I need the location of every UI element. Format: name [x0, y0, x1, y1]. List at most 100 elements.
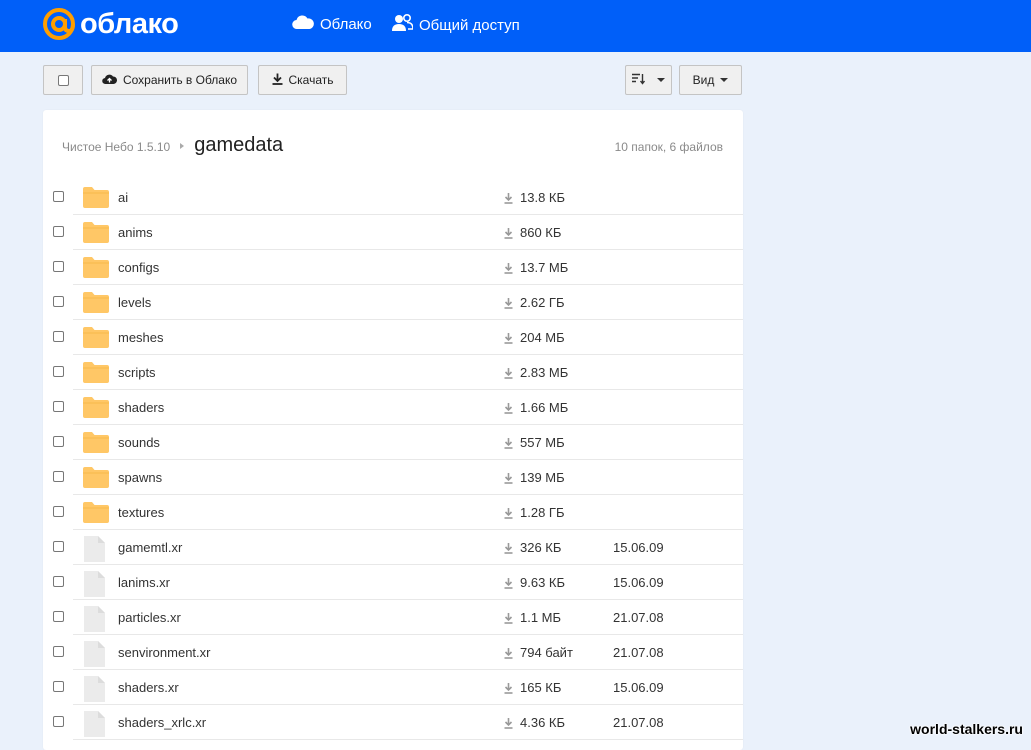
- file-size: 860 КБ: [520, 225, 562, 240]
- file-list-row[interactable]: meshes 204 МБ: [43, 320, 743, 355]
- file-list-row[interactable]: scripts 2.83 МБ: [43, 355, 743, 390]
- file-size: 1.66 МБ: [520, 400, 569, 415]
- download-icon[interactable]: [504, 506, 513, 524]
- file-name[interactable]: gamemtl.xr: [118, 540, 182, 555]
- save-to-cloud-label: Сохранить в Облако: [122, 73, 238, 87]
- row-checkbox[interactable]: [53, 261, 64, 272]
- nav-share-label: Общий доступ: [419, 16, 520, 34]
- download-icon[interactable]: [504, 611, 513, 629]
- file-icon: [83, 536, 105, 567]
- view-label: Вид: [692, 73, 715, 87]
- sort-icon: [632, 73, 651, 88]
- download-button[interactable]: Скачать: [258, 65, 347, 95]
- folder-icon: [83, 326, 109, 353]
- sort-button[interactable]: [625, 65, 672, 95]
- file-list-row[interactable]: anims 860 КБ: [43, 215, 743, 250]
- row-checkbox[interactable]: [53, 681, 64, 692]
- file-list-row[interactable]: shaders_xrlc.xr 4.36 КБ 21.07.08: [43, 705, 743, 740]
- file-name[interactable]: meshes: [118, 330, 164, 345]
- nav-cloud-label: Облако: [320, 15, 372, 33]
- file-list-row[interactable]: particles.xr 1.1 МБ 21.07.08: [43, 600, 743, 635]
- file-name[interactable]: shaders_xrlc.xr: [118, 715, 206, 730]
- row-checkbox[interactable]: [53, 471, 64, 482]
- download-icon[interactable]: [504, 681, 513, 699]
- file-name[interactable]: textures: [118, 505, 164, 520]
- file-list-row[interactable]: textures 1.28 ГБ: [43, 495, 743, 530]
- nav-shared-access[interactable]: Общий доступ: [392, 13, 520, 36]
- row-checkbox[interactable]: [53, 401, 64, 412]
- download-icon[interactable]: [504, 191, 513, 209]
- file-list-row[interactable]: lanims.xr 9.63 КБ 15.06.09: [43, 565, 743, 600]
- chevron-down-icon: [720, 78, 729, 82]
- file-size: 13.8 КБ: [520, 190, 566, 205]
- file-name[interactable]: ai: [118, 190, 128, 205]
- download-icon[interactable]: [504, 331, 513, 349]
- save-to-cloud-button[interactable]: Сохранить в Облако: [91, 65, 248, 95]
- row-checkbox[interactable]: [53, 436, 64, 447]
- file-name[interactable]: shaders.xr: [118, 680, 179, 695]
- file-size: 9.63 КБ: [520, 575, 566, 590]
- file-date: 15.06.09: [613, 575, 664, 590]
- file-icon: [83, 571, 105, 602]
- row-checkbox[interactable]: [53, 716, 64, 727]
- file-list-row[interactable]: senvironment.xr 794 байт 21.07.08: [43, 635, 743, 670]
- row-checkbox[interactable]: [53, 576, 64, 587]
- file-size: 2.83 МБ: [520, 365, 569, 380]
- nav-cloud[interactable]: Облако: [292, 14, 372, 34]
- download-icon[interactable]: [504, 436, 513, 454]
- file-size: 1.28 ГБ: [520, 505, 565, 520]
- file-list-row[interactable]: spawns 139 МБ: [43, 460, 743, 495]
- file-list: ai 13.8 КБ anims 860 КБ configs 13.7 МБ levels…: [43, 180, 743, 740]
- row-checkbox[interactable]: [53, 331, 64, 342]
- file-name[interactable]: shaders: [118, 400, 164, 415]
- file-list-row[interactable]: sounds 557 МБ: [43, 425, 743, 460]
- breadcrumb-parent-link[interactable]: Чистое Небо 1.5.10: [62, 140, 170, 154]
- download-icon[interactable]: [504, 296, 513, 314]
- file-list-row[interactable]: shaders 1.66 МБ: [43, 390, 743, 425]
- row-checkbox[interactable]: [53, 191, 64, 202]
- file-list-row[interactable]: levels 2.62 ГБ: [43, 285, 743, 320]
- file-name[interactable]: spawns: [118, 470, 162, 485]
- download-icon[interactable]: [504, 366, 513, 384]
- file-icon: [83, 676, 105, 707]
- file-size: 794 байт: [520, 645, 573, 660]
- row-checkbox[interactable]: [53, 226, 64, 237]
- file-list-row[interactable]: shaders.xr 165 КБ 15.06.09: [43, 670, 743, 705]
- download-icon[interactable]: [504, 226, 513, 244]
- chevron-down-icon: [657, 78, 665, 82]
- download-icon[interactable]: [504, 471, 513, 489]
- file-name[interactable]: sounds: [118, 435, 160, 450]
- file-list-row[interactable]: configs 13.7 МБ: [43, 250, 743, 285]
- download-icon[interactable]: [504, 716, 513, 734]
- file-date: 15.06.09: [613, 680, 664, 695]
- page-title: gamedata: [194, 134, 284, 156]
- row-checkbox[interactable]: [53, 296, 64, 307]
- file-name[interactable]: levels: [118, 295, 151, 310]
- select-all-checkbox[interactable]: [57, 74, 69, 86]
- file-name[interactable]: lanims.xr: [118, 575, 170, 590]
- folder-icon: [83, 501, 109, 528]
- file-name[interactable]: senvironment.xr: [118, 645, 210, 660]
- file-list-row[interactable]: gamemtl.xr 326 КБ 15.06.09: [43, 530, 743, 565]
- breadcrumb: Чистое Небо 1.5.10 gamedata: [62, 134, 283, 157]
- row-checkbox[interactable]: [53, 541, 64, 552]
- view-button[interactable]: Вид: [679, 65, 742, 95]
- download-icon[interactable]: [504, 261, 513, 279]
- select-all-button[interactable]: [43, 65, 83, 95]
- row-checkbox[interactable]: [53, 506, 64, 517]
- download-icon[interactable]: [504, 401, 513, 419]
- download-icon[interactable]: [504, 576, 513, 594]
- file-list-row[interactable]: ai 13.8 КБ: [43, 180, 743, 215]
- file-size: 139 МБ: [520, 470, 565, 485]
- download-icon[interactable]: [504, 541, 513, 559]
- file-name[interactable]: scripts: [118, 365, 156, 380]
- row-checkbox[interactable]: [53, 366, 64, 377]
- download-label: Скачать: [288, 73, 334, 87]
- file-name[interactable]: particles.xr: [118, 610, 181, 625]
- file-name[interactable]: anims: [118, 225, 153, 240]
- row-checkbox[interactable]: [53, 611, 64, 622]
- file-name[interactable]: configs: [118, 260, 159, 275]
- download-icon[interactable]: [504, 646, 513, 664]
- row-checkbox[interactable]: [53, 646, 64, 657]
- logo[interactable]: облако: [42, 7, 179, 41]
